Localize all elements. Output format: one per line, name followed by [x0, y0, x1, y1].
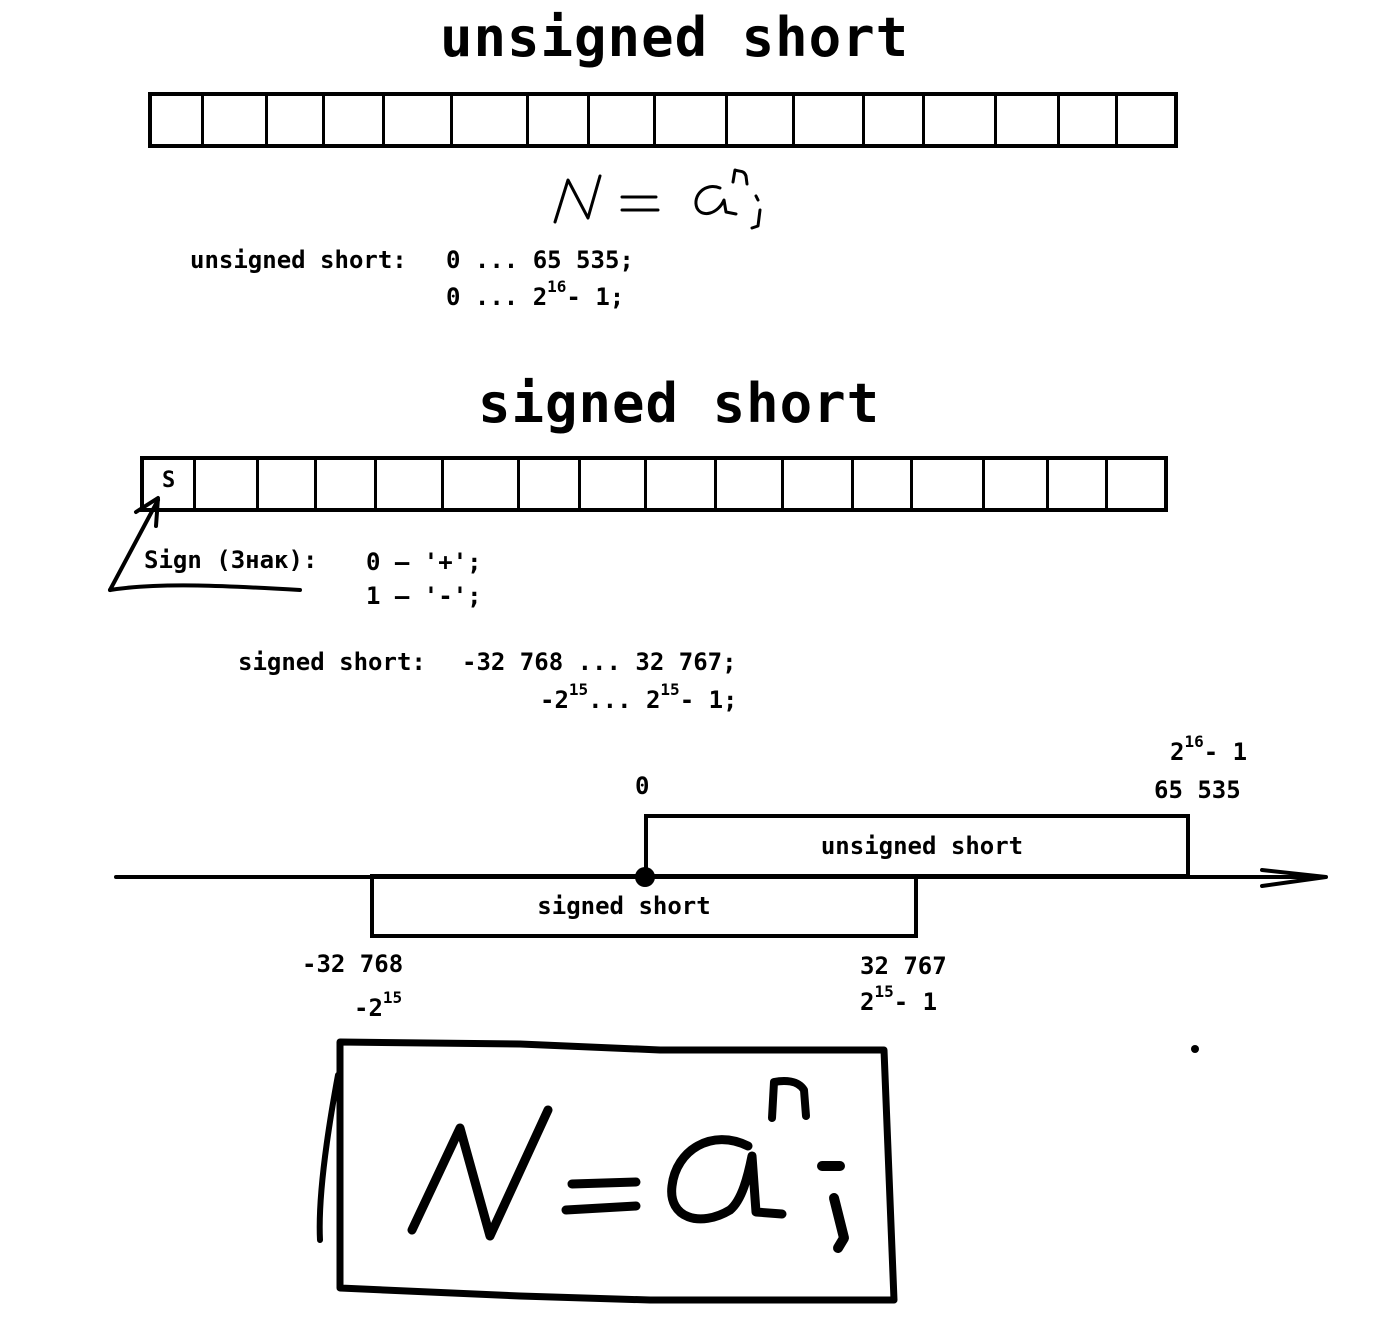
handwritten-formula-large: [316, 1038, 898, 1304]
